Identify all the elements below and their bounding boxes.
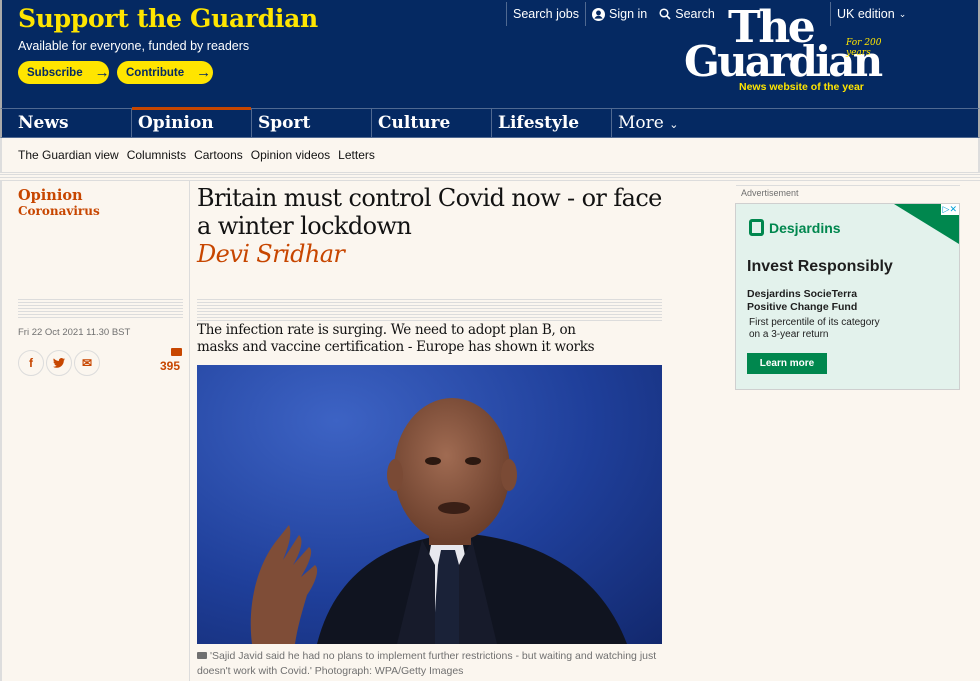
ad-desc-line1: First percentile of its category — [749, 317, 880, 328]
contribute-button[interactable]: Contribute → — [117, 61, 213, 84]
divider — [611, 109, 612, 138]
camera-icon — [197, 652, 207, 659]
subnav-cartoons[interactable]: Cartoons — [194, 148, 243, 162]
main-nav: News Opinion Sport Culture Lifestyle Mor… — [0, 107, 980, 138]
photo-caption: 'Sajid Javid said he had no plans to imp… — [197, 649, 667, 679]
subscribe-button[interactable]: Subscribe → — [18, 61, 110, 84]
subnav-items: The Guardian view Columnists Cartoons Op… — [18, 148, 375, 162]
article-headline: Britain must control Covid now - or face… — [197, 184, 662, 240]
divider — [251, 109, 252, 138]
arrow-right-icon: → — [196, 64, 212, 81]
nav-news[interactable]: News — [18, 113, 69, 133]
comment-icon — [171, 348, 182, 356]
divider — [371, 109, 372, 138]
article-meta-column: Opinion Coronavirus Fri 22 Oct 2021 11.3… — [0, 181, 190, 681]
section-label[interactable]: Opinion — [18, 187, 83, 204]
sign-in-link[interactable]: Sign in — [586, 2, 653, 26]
support-title[interactable]: Support the Guardian — [18, 4, 318, 33]
photo-caption-text: 'Sajid Javid said he had no plans to imp… — [197, 650, 657, 677]
subnav-opinion-videos[interactable]: Opinion videos — [251, 148, 330, 162]
nav-sport[interactable]: Sport — [258, 113, 310, 133]
email-share-button[interactable]: ✉ — [74, 350, 100, 376]
article-byline[interactable]: Devi Sridhar — [197, 240, 345, 268]
nav-culture[interactable]: Culture — [378, 113, 450, 133]
portrait-illustration — [250, 398, 627, 644]
dateline: Fri 22 Oct 2021 11.30 BST — [18, 327, 131, 338]
article-main-photo — [197, 365, 662, 644]
article-standfirst: The infection rate is surging. We need t… — [197, 322, 595, 355]
subscribe-label: Subscribe — [27, 66, 83, 79]
desjardins-ad[interactable]: ▷✕ Desjardins Invest Responsibly Desjard… — [735, 203, 960, 390]
ad-brand: Desjardins — [749, 219, 841, 236]
sign-in-label: Sign in — [609, 7, 648, 21]
desjardins-logo-icon — [749, 219, 764, 236]
support-banner: Support the Guardian Available for every… — [0, 0, 980, 108]
twitter-icon — [53, 358, 65, 368]
support-subtitle: Available for everyone, funded by reader… — [18, 39, 250, 53]
sub-nav: The Guardian view Columnists Cartoons Op… — [0, 138, 980, 173]
ad-fund-name: Desjardins SocieTerra Positive Change Fu… — [747, 288, 857, 314]
nav-more-label: More — [618, 113, 664, 133]
search-jobs-link[interactable]: Search jobs — [507, 2, 585, 26]
active-pillar-indicator — [132, 107, 251, 110]
logo-tagline: News website of the year — [739, 81, 864, 93]
ad-headline: Invest Responsibly — [747, 258, 893, 275]
search-icon — [659, 8, 671, 20]
divider-lines — [18, 299, 183, 319]
nav-opinion[interactable]: Opinion — [138, 113, 214, 133]
chevron-down-icon: ⌄ — [669, 118, 679, 131]
contribute-label: Contribute — [126, 66, 185, 79]
nav-more[interactable]: More ⌄ — [618, 113, 678, 133]
ad-desc-line2: on a 3-year return — [749, 329, 829, 340]
logo-200-years: For 200 years — [846, 38, 882, 58]
adchoices-icon[interactable]: ▷✕ — [940, 204, 959, 215]
advertisement-label: Advertisement — [736, 185, 960, 201]
facebook-icon: f — [29, 356, 33, 370]
divider — [131, 109, 132, 138]
series-tag[interactable]: Coronavirus — [18, 204, 100, 218]
guardian-logo[interactable]: The Guardian For 200 years News website … — [684, 2, 909, 96]
learn-more-button[interactable]: Learn more — [747, 353, 827, 374]
facebook-share-button[interactable]: f — [18, 350, 44, 376]
subnav-guardian-view[interactable]: The Guardian view — [18, 148, 119, 162]
nav-lifestyle[interactable]: Lifestyle — [498, 113, 579, 133]
subnav-columnists[interactable]: Columnists — [127, 148, 186, 162]
divider — [491, 109, 492, 138]
ad-fund-line1: Desjardins SocieTerra — [747, 288, 858, 300]
email-icon: ✉ — [81, 356, 93, 370]
search-jobs-label: Search jobs — [513, 7, 580, 21]
subnav-letters[interactable]: Letters — [338, 148, 375, 162]
ad-description: First percentile of its category on a 3-… — [749, 317, 880, 341]
ad-fund-line2: Positive Change Fund — [747, 301, 858, 313]
user-icon — [592, 7, 606, 21]
ad-brand-name: Desjardins — [769, 219, 841, 236]
twitter-share-button[interactable] — [46, 350, 72, 376]
divider-lines — [197, 299, 662, 321]
comment-count[interactable]: 395 — [160, 359, 180, 373]
arrow-right-icon: → — [94, 64, 110, 81]
